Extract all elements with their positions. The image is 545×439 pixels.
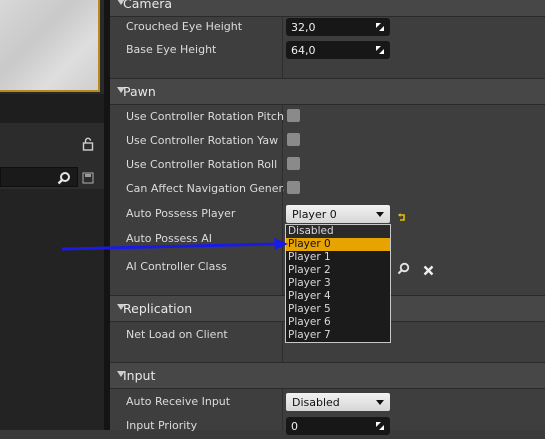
category-pawn-label: Pawn [123,84,156,99]
save-icon[interactable] [82,169,94,188]
rotation-yaw-label: Use Controller Rotation Yaw [126,134,279,147]
row-input-priority: Input Priority 0 [110,415,545,439]
crouched-eye-height-label: Crouched Eye Height [126,20,243,33]
ai-controller-class-label: AI Controller Class [126,260,227,273]
dropdown-option[interactable]: Player 3 [286,277,390,290]
auto-possess-player-combo[interactable]: Player 0 [286,205,390,223]
category-replication-label: Replication [123,301,193,316]
row-rotation-yaw: Use Controller Rotation Yaw [110,130,545,154]
viewport-preview[interactable] [0,0,100,92]
search-icon[interactable] [57,170,71,189]
crouched-eye-height-input[interactable]: 32,0 [286,18,390,36]
chevron-down-icon [376,212,384,217]
viewport-panel [0,0,104,94]
affect-navigation-checkbox[interactable] [287,181,300,194]
auto-receive-input-value: Disabled [292,396,340,409]
category-pawn[interactable]: Pawn [110,78,545,105]
lock-icon[interactable] [82,136,94,155]
auto-receive-input-combo[interactable]: Disabled [286,393,390,411]
rotation-pitch-checkbox[interactable] [287,109,300,122]
auto-possess-player-dropdown: Disabled Player 0 Player 1 Player 2 Play… [285,224,391,343]
dropdown-option[interactable]: Player 5 [286,303,390,316]
search-input[interactable] [0,167,78,187]
row-rotation-pitch: Use Controller Rotation Pitch [110,106,545,130]
row-auto-receive-input: Auto Receive Input Disabled [110,391,545,415]
rotation-pitch-label: Use Controller Rotation Pitch [126,110,284,123]
rotation-yaw-checkbox[interactable] [287,133,300,146]
dropdown-option[interactable]: Disabled [286,225,390,238]
rotation-roll-checkbox[interactable] [287,157,300,170]
base-eye-height-label: Base Eye Height [126,43,217,56]
auto-possess-player-value: Player 0 [292,208,337,221]
row-crouched-eye-height: Crouched Eye Height 32,0 [110,16,545,40]
dropdown-option[interactable]: Player 6 [286,316,390,329]
row-rotation-roll: Use Controller Rotation Roll [110,154,545,178]
dropdown-option[interactable]: Player 4 [286,290,390,303]
input-priority-input[interactable]: 0 [286,417,390,435]
input-priority-label: Input Priority [126,419,198,432]
rotation-roll-label: Use Controller Rotation Roll [126,158,278,171]
base-eye-height-value: 64,0 [291,44,316,57]
dropdown-option-selected[interactable]: Player 0 [286,238,390,251]
base-eye-height-input[interactable]: 64,0 [286,41,390,59]
browse-search-icon[interactable] [397,260,410,279]
auto-receive-input-label: Auto Receive Input [126,395,231,408]
numeric-drag-arrows-icon [376,23,384,31]
chevron-down-icon [376,400,384,405]
dropdown-option[interactable]: Player 7 [286,329,390,342]
dropdown-option[interactable]: Player 1 [286,251,390,264]
crouched-eye-height-value: 32,0 [291,21,316,34]
components-header [0,123,104,163]
category-input[interactable]: Input [110,362,545,389]
category-camera-label: Camera [123,0,173,11]
input-priority-value: 0 [291,420,298,433]
reset-arrow-icon[interactable] [397,208,407,227]
category-input-label: Input [123,368,156,383]
numeric-drag-arrows-icon [376,46,384,54]
dropdown-option[interactable]: Player 2 [286,264,390,277]
row-affect-navigation: Can Affect Navigation Generation [110,178,545,202]
annotation-arrow [61,238,288,251]
affect-navigation-label: Can Affect Navigation Generation [126,182,284,195]
row-base-eye-height: Base Eye Height 64,0 [110,39,545,63]
net-load-on-client-label: Net Load on Client [126,328,228,341]
auto-possess-player-label: Auto Possess Player [126,207,236,220]
category-camera[interactable]: Camera [110,0,545,17]
clear-x-icon[interactable] [423,261,434,280]
